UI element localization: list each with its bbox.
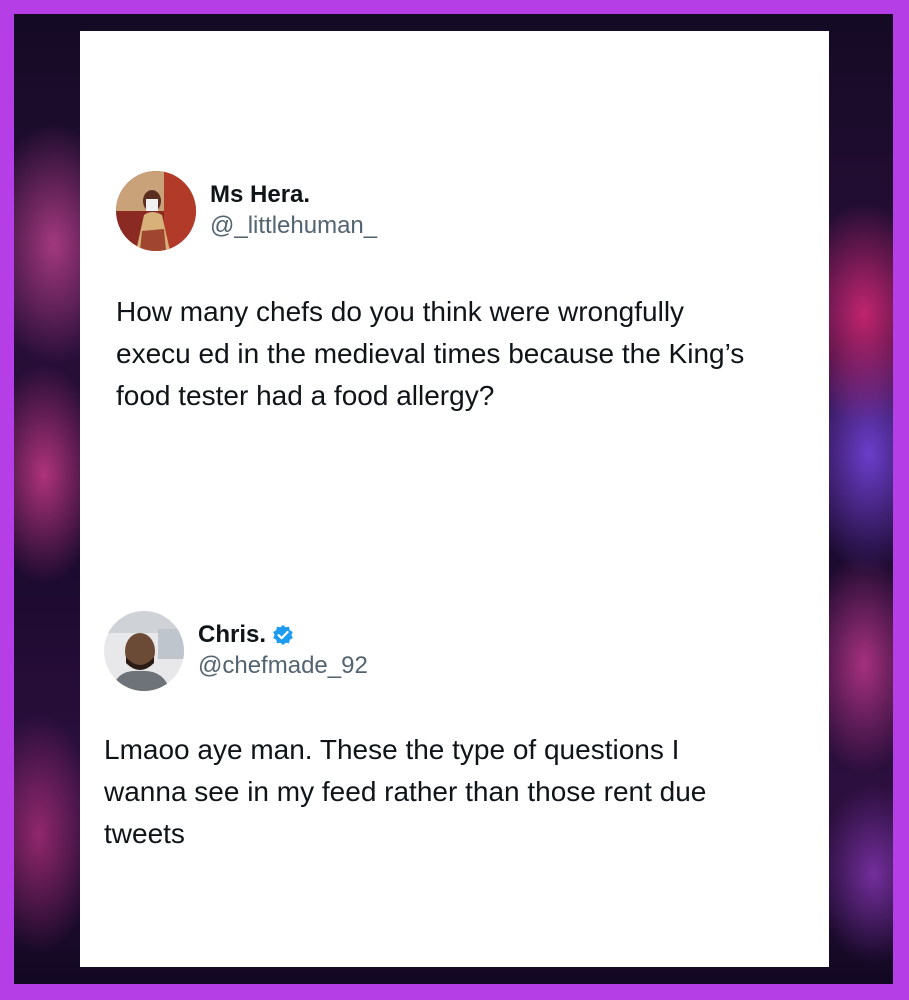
tweet-chris: Chris. @chefmade_92 Lmaoo aye man. These… [104,611,804,855]
verified-badge-icon [272,624,294,646]
display-name[interactable]: Ms Hera. [210,181,310,209]
user-handle[interactable]: @chefmade_92 [198,651,368,681]
tweet-header: Chris. @chefmade_92 [104,611,804,691]
display-name-row: Ms Hera. [210,181,377,209]
tweet-header: Ms Hera. @_littlehuman_ [116,171,816,251]
user-handle[interactable]: @_littlehuman_ [210,211,377,241]
tweet-screenshot-card: Ms Hera. @_littlehuman_ How many chefs d… [80,31,829,967]
display-name[interactable]: Chris. [198,621,266,649]
tweet-text: Lmaoo aye man. These the type of questio… [104,734,707,849]
tweet-ms-hera: Ms Hera. @_littlehuman_ How many chefs d… [116,171,816,417]
user-names: Chris. @chefmade_92 [198,621,368,681]
display-name-row: Chris. [198,621,368,649]
user-names: Ms Hera. @_littlehuman_ [210,181,377,241]
avatar[interactable] [104,611,184,691]
tweet-text: How many chefs do you think were wrongfu… [116,296,745,411]
avatar[interactable] [116,171,196,251]
